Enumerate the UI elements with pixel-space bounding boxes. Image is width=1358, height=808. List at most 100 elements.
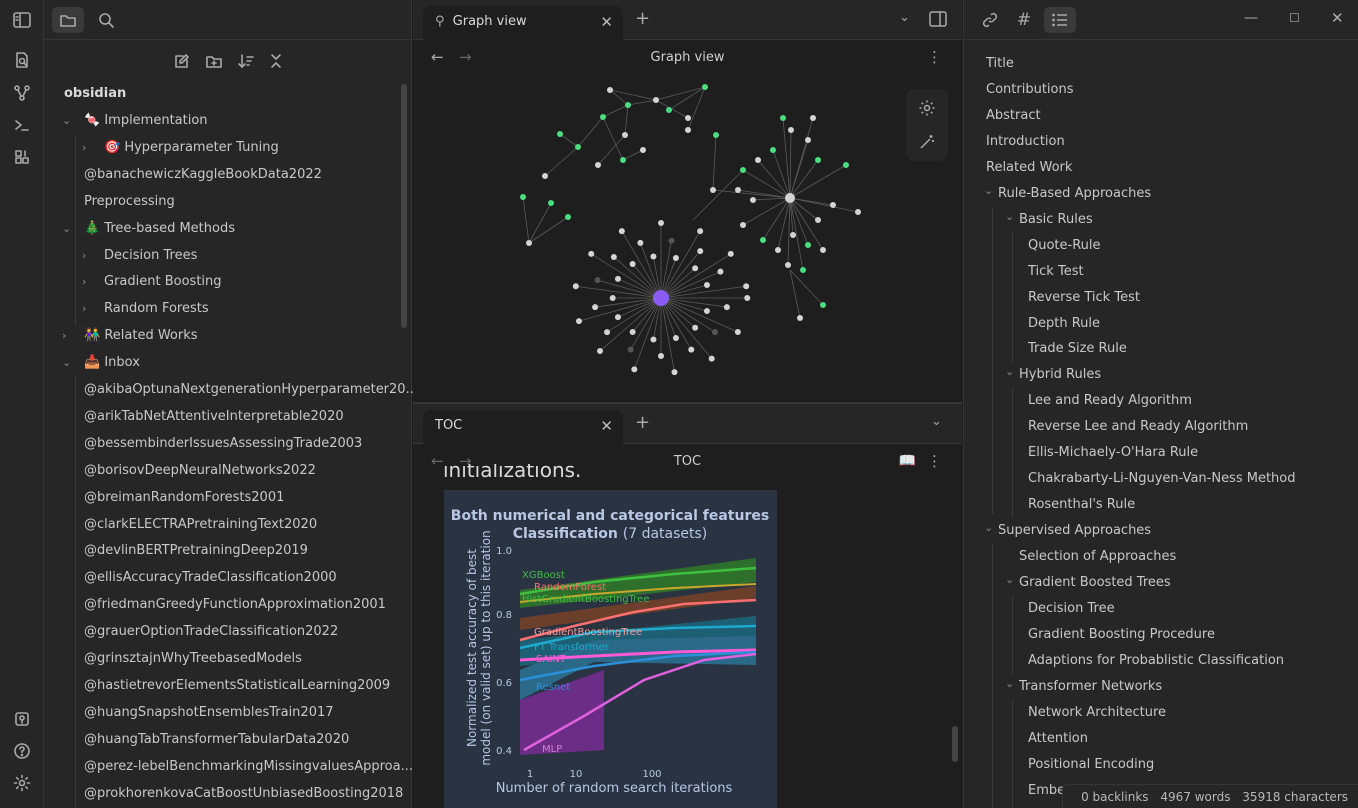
graph-node[interactable] <box>820 247 826 253</box>
graph-node[interactable] <box>565 214 571 220</box>
sidebar-right-toggle-icon[interactable] <box>929 11 947 31</box>
graph-settings-gear-icon[interactable] <box>918 99 936 121</box>
tree-item[interactable]: › 👫 Related Works <box>62 323 198 349</box>
graph-node[interactable] <box>685 115 691 121</box>
chevron-down-icon[interactable]: ⌄ <box>1005 567 1014 593</box>
graph-node[interactable] <box>755 157 761 163</box>
graph-node[interactable] <box>597 348 604 355</box>
tree-item[interactable]: › 🎯 Hyperparameter Tuning <box>82 135 279 161</box>
tags-tab-button[interactable]: # <box>1008 7 1040 33</box>
sidebar-scrollbar[interactable] <box>401 84 407 328</box>
tree-item[interactable]: @prokhorenkovaCatBoostUnbiasedBoosting20… <box>84 781 403 807</box>
outline-heading[interactable]: Positional Encoding <box>1028 752 1154 778</box>
graph-node[interactable] <box>740 167 746 173</box>
tree-item[interactable]: @friedmanGreedyFunctionApproximation2001 <box>84 592 386 618</box>
outline-tab-button[interactable] <box>1044 7 1076 33</box>
tree-item[interactable]: ⌄ 📥 Inbox <box>62 350 140 376</box>
close-icon[interactable]: ✕ <box>600 410 613 442</box>
tree-item[interactable]: @borisovDeepNeuralNetworks2022 <box>84 458 316 484</box>
graph-node[interactable] <box>614 314 621 321</box>
terminal-icon[interactable] <box>10 113 34 137</box>
graph-node[interactable] <box>650 253 657 260</box>
outline-heading[interactable]: Related Work <box>986 155 1072 181</box>
new-tab-icon[interactable]: + <box>635 412 650 433</box>
outline-heading[interactable]: Quote-Rule <box>1028 233 1101 259</box>
graph-node[interactable] <box>723 304 730 311</box>
search-tab-button[interactable] <box>90 7 122 33</box>
chevron-down-icon[interactable]: ⌄ <box>62 350 76 376</box>
tree-item[interactable]: @hastietrevorElementsStatisticalLearning… <box>84 673 390 699</box>
graph-node[interactable] <box>685 127 691 133</box>
tree-item[interactable]: › Random Forests <box>82 296 209 322</box>
graph-node[interactable] <box>740 222 746 228</box>
outline-heading[interactable]: Attention <box>1028 726 1088 752</box>
graph-node[interactable] <box>575 144 581 150</box>
tree-item[interactable]: @perez-lebelBenchmarkingMissingvaluesApp… <box>84 754 413 780</box>
graph-node[interactable] <box>625 102 631 108</box>
sidebar-toggle-icon[interactable] <box>10 8 34 32</box>
tree-item[interactable]: ⌄ 🎄 Tree-based Methods <box>62 216 235 242</box>
graph-node[interactable] <box>671 369 678 376</box>
graph-node[interactable] <box>713 132 719 138</box>
tree-item[interactable]: @clarkELECTRAPretrainingText2020 <box>84 512 317 538</box>
graph-node[interactable] <box>548 200 554 206</box>
graph-node[interactable] <box>620 157 626 163</box>
graph-node[interactable] <box>734 329 741 336</box>
graph-node[interactable] <box>727 250 734 257</box>
outline-heading[interactable]: Abstract <box>986 103 1041 129</box>
graph-node[interactable] <box>609 295 616 301</box>
graph-node[interactable] <box>703 307 710 314</box>
chevron-down-icon[interactable]: ⌄ <box>984 178 993 204</box>
tree-item[interactable]: @akibaOptunaNextgenerationHyperparameter… <box>84 377 418 403</box>
chevron-down-icon[interactable]: ⌄ <box>1005 204 1014 230</box>
window-close-icon[interactable]: ✕ <box>1331 9 1344 27</box>
new-note-button[interactable] <box>166 48 198 74</box>
graph-node[interactable] <box>600 114 606 120</box>
new-tab-icon[interactable]: + <box>635 8 650 29</box>
graph-node[interactable] <box>614 275 621 282</box>
graph-node[interactable] <box>735 187 741 193</box>
outline-heading[interactable]: Chakrabarty-Li-Nguyen-Van-Ness Method <box>1028 466 1296 492</box>
graph-node[interactable] <box>800 267 806 273</box>
tree-item[interactable]: @huangTabTransformerTabularData2020 <box>84 727 349 753</box>
graph-node[interactable] <box>744 295 751 301</box>
graph-node[interactable] <box>627 346 634 353</box>
graph-node[interactable] <box>797 315 803 321</box>
chevron-down-icon[interactable]: ⌄ <box>931 414 942 429</box>
tree-item[interactable]: @banachewiczKaggleBookData2022 <box>84 162 322 188</box>
graph-node[interactable] <box>710 187 716 193</box>
tab-toc[interactable]: TOC ✕ <box>423 410 623 444</box>
graph-node[interactable] <box>672 334 679 341</box>
graph-node[interactable] <box>637 239 644 246</box>
outline-heading[interactable]: ⌄ Transformer Networks <box>1005 674 1162 700</box>
graph-node[interactable] <box>760 237 766 243</box>
graph-node[interactable] <box>666 107 672 113</box>
graph-node[interactable] <box>610 253 617 260</box>
graph-node[interactable] <box>650 336 657 343</box>
graph-node[interactable] <box>785 193 795 203</box>
graph-node[interactable] <box>653 97 659 103</box>
graph-node[interactable] <box>575 318 582 325</box>
outline-heading[interactable]: ⌄ Rule-Based Approaches <box>984 181 1151 207</box>
backlinks-tab-button[interactable] <box>974 7 1006 33</box>
chevron-down-icon[interactable]: ⌄ <box>1005 359 1014 385</box>
graph-node[interactable] <box>805 242 811 248</box>
tree-item[interactable]: @breimanRandomForests2001 <box>84 485 284 511</box>
graph-node[interactable] <box>855 209 861 215</box>
chevron-down-icon[interactable]: ⌄ <box>1005 671 1014 697</box>
tree-item[interactable]: @grinsztajnWhyTreebasedModels <box>84 646 302 672</box>
graph-node[interactable] <box>557 131 563 137</box>
chevron-down-icon[interactable]: ⌄ <box>984 515 993 541</box>
outline-heading[interactable]: Tick Test <box>1028 259 1084 285</box>
tree-item[interactable]: @arikTabNetAttentiveInterpretable2020 <box>84 404 344 430</box>
tree-item[interactable]: › Gradient Boosting <box>82 269 222 295</box>
tree-item[interactable]: @bessembinderIssuesAssessingTrade2003 <box>84 431 362 457</box>
graph-node[interactable] <box>750 197 756 203</box>
graph-node[interactable] <box>717 268 724 275</box>
outline-heading[interactable]: Reverse Lee and Ready Algorithm <box>1028 414 1248 440</box>
graph-node[interactable] <box>770 147 776 153</box>
maximize-icon[interactable]: ☐ <box>1289 11 1300 25</box>
tree-item[interactable]: @devlinBERTPretrainingDeep2019 <box>84 538 308 564</box>
outline-heading[interactable]: Ellis-Michaely-O'Hara Rule <box>1028 440 1198 466</box>
outline-heading[interactable]: Reverse Tick Test <box>1028 285 1140 311</box>
